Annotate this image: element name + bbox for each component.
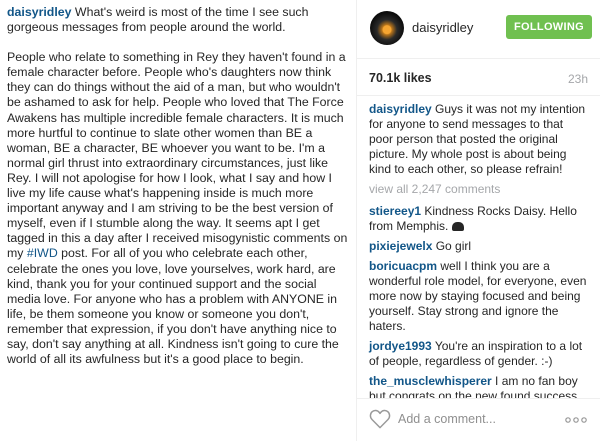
caption-body-text: People who relate to something in Rey th… — [7, 50, 348, 261]
skull-emoji-icon — [451, 222, 464, 231]
caption-text: daisyridley What's weird is most of the … — [7, 5, 352, 367]
likes-count[interactable]: 70.1k likes — [369, 71, 432, 85]
comment-list: daisyridley Guys it was not my intention… — [369, 102, 589, 439]
post-header: daisyridley FOLLOWING — [357, 0, 600, 59]
add-comment-input[interactable] — [398, 410, 548, 428]
caption-body-paragraph: People who relate to something in Rey th… — [7, 50, 352, 367]
comment-item: jordye1993 You're an inspiration to a lo… — [369, 339, 589, 369]
more-options-icon[interactable] — [565, 417, 587, 423]
comment-username-link[interactable]: jordye1993 — [369, 339, 432, 353]
header-username-link[interactable]: daisyridley — [412, 20, 473, 35]
caption-panel: daisyridley What's weird is most of the … — [0, 0, 356, 441]
comment-text: Go girl — [432, 239, 472, 253]
post-meta: 70.1k likes 23h — [357, 59, 600, 96]
heart-icon[interactable] — [369, 409, 391, 429]
avatar[interactable] — [370, 11, 404, 45]
comment-item: boricuacpm well I think you are a wonder… — [369, 259, 589, 334]
comment-footer — [357, 398, 600, 441]
comment-username-link[interactable]: boricuacpm — [369, 259, 437, 273]
comment-item: pixiejewelx Go girl — [369, 239, 589, 254]
caption-username-link[interactable]: daisyridley — [7, 5, 72, 19]
comment-username-link[interactable]: pixiejewelx — [369, 239, 432, 253]
comment-username-link[interactable]: the_musclewhisperer — [369, 374, 492, 388]
comment-username-link[interactable]: stiereey1 — [369, 204, 421, 218]
caption-intro-paragraph: daisyridley What's weird is most of the … — [7, 5, 352, 35]
comment-item: daisyridley Guys it was not my intention… — [369, 102, 589, 177]
caption-body-text-continued: post. For all of you who celebrate each … — [7, 246, 339, 367]
comment-item: stiereey1 Kindness Rocks Daisy. Hello fr… — [369, 204, 589, 234]
following-button[interactable]: FOLLOWING — [506, 15, 592, 39]
view-all-comments-link[interactable]: view all 2,247 comments — [369, 182, 589, 197]
comment-username-link[interactable]: daisyridley — [369, 102, 432, 116]
comments-panel: daisyridley FOLLOWING 70.1k likes 23h da… — [357, 0, 600, 441]
hashtag-link[interactable]: #IWD — [27, 246, 58, 260]
post-timestamp[interactable]: 23h — [568, 72, 588, 86]
